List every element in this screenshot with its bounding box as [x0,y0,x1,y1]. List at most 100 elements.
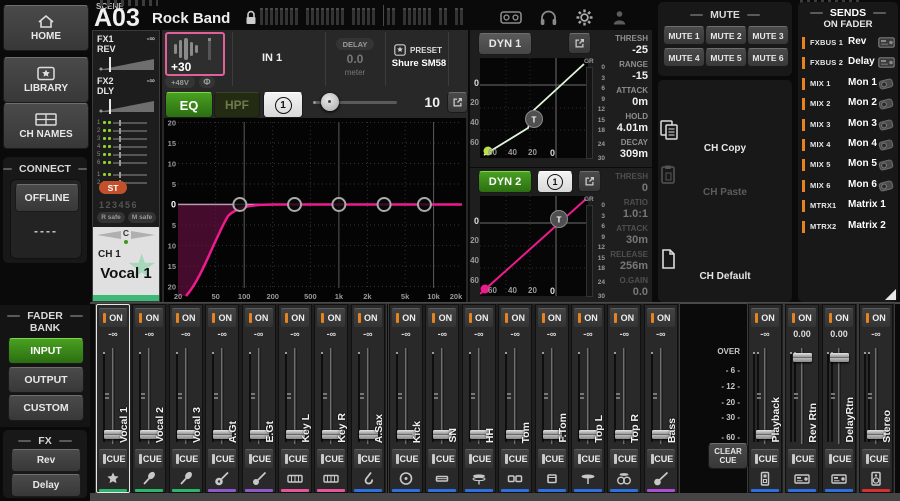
mix-send-row-2[interactable]: 2 [97,127,147,134]
param-value[interactable]: 0 [560,182,648,194]
mix-send-row-3[interactable]: 3 [97,135,147,142]
mix-send-row-5[interactable]: 5 [97,151,147,158]
channel-on-button[interactable]: ON [610,308,638,327]
channel-fader[interactable]: A.Gt [206,343,238,447]
channel-on-button[interactable]: ON [99,308,127,327]
channel-strip-ch7[interactable]: ON-∞Key RCUECH 7 [314,304,348,493]
eq-expand-button[interactable] [447,92,468,113]
param-value[interactable]: 4.01m [560,122,648,134]
channel-on-button[interactable]: ON [465,308,493,327]
mtrx-send-row-1[interactable]: 1 [97,171,147,178]
send-row-mix2[interactable]: MIX 2Mon 2 [800,95,898,113]
channel-strip-ch5[interactable]: ON-∞E.GtCUECH 5 [242,304,276,493]
channel-strip-ch15[interactable]: ON-∞Top RCUECH15 [607,304,641,493]
send-row-fxbus2[interactable]: FXBUS 2Delay [800,54,898,72]
channel-fader[interactable]: Key L [279,343,311,447]
param-value[interactable]: 1.0:1 [560,208,648,220]
param-value[interactable]: 256m [560,260,648,272]
cue-button[interactable]: CUE [281,449,309,468]
channel-fader[interactable]: Vocal 2 [133,343,165,447]
channel-fader[interactable]: HH [463,343,495,447]
ch-default-button[interactable]: CH Default [658,248,792,282]
channel-on-button[interactable]: ON [172,308,200,327]
channel-on-button[interactable]: ON [392,308,420,327]
channel-strip-ch12[interactable]: ON-∞TomCUECH12 [498,304,532,493]
param-value[interactable]: -15 [560,70,648,82]
send-row-fxbus1[interactable]: FXBUS 1Rev [800,34,898,52]
cue-button[interactable]: CUE [208,449,236,468]
cue-button[interactable]: CUE [392,449,420,468]
channel-fader[interactable]: Stereo [860,343,892,447]
mute-group-button-2[interactable]: MUTE 2 [705,26,747,45]
channel-strip-fxrtn2[interactable]: ON0.00DelayRtnCUEFXRTN2 [822,304,856,493]
channel-fader[interactable]: Vocal 1 [97,343,129,447]
channel-strip-ch4[interactable]: ON-∞A.GtCUECH 4 [205,304,239,493]
send-row-mix6[interactable]: MIX 6Mon 6 [800,177,898,195]
channel-fader[interactable]: Key R [315,343,347,447]
channel-on-button[interactable]: ON [208,308,236,327]
param-value[interactable]: 0m [560,96,648,108]
eq-band-handle[interactable] [233,198,246,211]
hpf-button[interactable]: HPF [214,92,260,118]
cue-button[interactable]: CUE [245,449,273,468]
eq-band-handle[interactable] [332,198,345,211]
mute-group-button-5[interactable]: MUTE 5 [705,48,747,67]
mute-group-button-6[interactable]: MUTE 6 [747,48,789,67]
mute-group-button-1[interactable]: MUTE 1 [663,26,705,45]
recorder-icon[interactable] [500,9,522,25]
ch-paste-button[interactable]: CH Paste [658,164,792,198]
cue-button[interactable]: CUE [99,449,127,468]
channel-fader[interactable]: Playback [749,343,781,447]
param-value[interactable]: 0.0 [560,286,648,298]
channel-strip-ch14[interactable]: ON-∞Top LCUECH14 [571,304,605,493]
channel-strip-ch13[interactable]: ON-∞F.TomCUECH13 [535,304,569,493]
cue-button[interactable]: CUE [751,449,779,468]
eq-band-handle[interactable] [418,198,431,211]
channel-strip-ch3[interactable]: ON-∞Vocal 3CUECH 3 [169,304,203,493]
cue-button[interactable]: CUE [610,449,638,468]
fader-bank-custom-button[interactable]: CUSTOM [8,395,84,421]
cue-button[interactable]: CUE [647,449,675,468]
channel-fader[interactable]: SN [426,343,458,447]
panel-resize-corner[interactable] [885,289,896,300]
cue-button[interactable]: CUE [788,449,816,468]
user-icon[interactable] [611,9,628,26]
channel-fader[interactable]: Top L [572,343,604,447]
channel-on-button[interactable]: ON [538,308,566,327]
fx1-send-slider[interactable] [97,57,155,72]
channel-fader[interactable]: Kick [390,343,422,447]
eq-band-handle[interactable] [288,198,301,211]
param-value[interactable]: -25 [560,44,648,56]
ch-names-button[interactable]: CH NAMES [3,103,89,149]
st-assign-badge[interactable]: ST [99,181,127,194]
fx-delay-button[interactable]: Delay [11,474,81,497]
channel-fader[interactable]: E.Gt [243,343,275,447]
channel-on-button[interactable]: ON [245,308,273,327]
eq-param-slider[interactable] [315,101,397,104]
pan-value[interactable]: C [93,228,159,238]
dyn1-button[interactable]: DYN 1 [478,33,532,55]
channel-on-button[interactable]: ON [574,308,602,327]
channel-on-button[interactable]: ON [281,308,309,327]
scene-id[interactable]: A03 [94,4,140,33]
fader-cap[interactable] [830,353,849,362]
send-row-mix1[interactable]: MIX 1Mon 1 [800,75,898,93]
channel-on-button[interactable]: ON [825,308,853,327]
channel-on-button[interactable]: ON [135,308,163,327]
mix-send-row-1[interactable]: 1 [97,119,147,126]
eq-graph[interactable]: 20151050510152020501002005001k2k5k10k20k [164,118,466,302]
preset-header[interactable]: PRESET [394,44,446,56]
channel-on-button[interactable]: ON [354,308,382,327]
channel-fader[interactable]: Vocal 3 [170,343,202,447]
gain-box[interactable]: +30 [165,32,225,76]
fader-bank-output-button[interactable]: OUTPUT [8,367,84,393]
param-value[interactable]: 30m [560,234,648,246]
channel-fader[interactable]: Rev Rtn [786,343,818,447]
scene-name[interactable]: Rock Band [152,10,230,27]
send-row-mtrx2[interactable]: MTRX2Matrix 2 [800,218,898,236]
home-button[interactable]: HOME [3,5,89,51]
headphones-icon[interactable] [539,8,558,26]
channel-strip-ch2[interactable]: ON-∞Vocal 2CUECH 2 [132,304,166,493]
channel-on-button[interactable]: ON [862,308,890,327]
channel-on-button[interactable]: ON [317,308,345,327]
